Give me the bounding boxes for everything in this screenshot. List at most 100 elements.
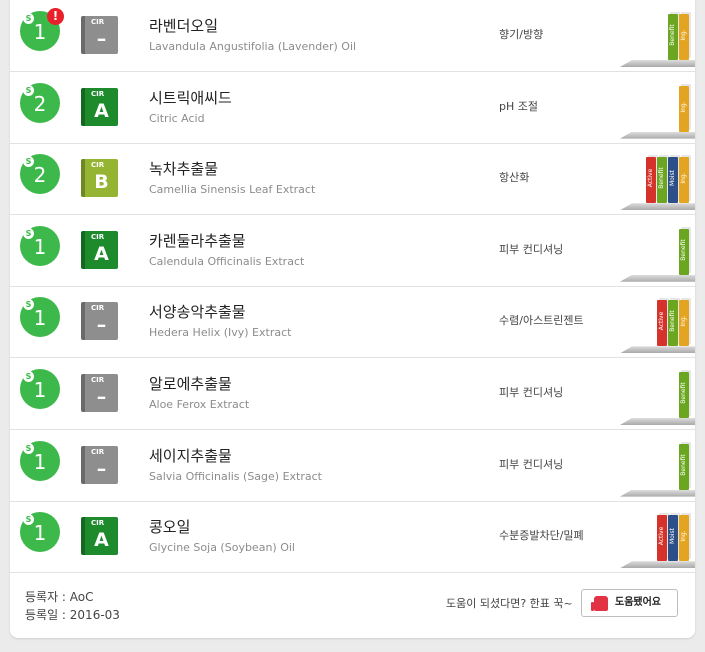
ingredient-name-korean[interactable]: 콩오일 (149, 518, 190, 536)
bookshelf-icon (620, 561, 695, 569)
ingredient-name-korean[interactable]: 알로에추출물 (149, 375, 232, 393)
cir-rating-icon[interactable]: CIR – (81, 445, 118, 484)
category-book-label: Ing. (680, 29, 687, 41)
category-book-icon: Ing. (679, 515, 689, 562)
ewg-grade: 1 (33, 521, 47, 546)
category-book-icon: Active (646, 157, 656, 204)
cir-rating-icon[interactable]: CIR – (81, 302, 118, 341)
cir-grade: – (96, 314, 107, 337)
cir-rating-icon[interactable]: CIR A (81, 230, 118, 269)
ingredient-purpose: 피부 컨디셔닝 (499, 386, 564, 399)
cir-label: CIR (91, 18, 105, 26)
cir-rating-icon[interactable]: CIR B (81, 159, 118, 198)
category-book-icon: Benefit (679, 228, 689, 275)
ingredient-row[interactable]: S 1! CIR – 라벤더오일 Lavandula Angustifolia (Lave… (10, 0, 695, 72)
ingredient-name-korean[interactable]: 라벤더오일 (149, 17, 218, 35)
ewg-grade-badge[interactable]: S2 (20, 82, 60, 123)
cir-rating-icon[interactable]: CIR – (81, 374, 118, 412)
ingredient-row[interactable]: S 1 CIR – 서양송악추출물 Hedera Helix (Ivy) Extract 수… (10, 286, 695, 359)
ingredient-list-card: S 1! CIR – 라벤더오일 Lavandula Angustifolia (Lave… (10, 0, 695, 638)
cir-rating-icon[interactable]: CIR A (81, 517, 118, 556)
ingredient-category-books[interactable]: Active Moist Ing. (656, 513, 689, 562)
category-book-label: Ing. (680, 315, 687, 328)
ewg-grade-badge[interactable]: S2 (20, 154, 60, 195)
ingredient-category-books[interactable]: Active Benefit Ing. (656, 298, 689, 347)
category-book-label: Active (658, 312, 665, 331)
ewg-grade-badge[interactable]: S1 (20, 440, 60, 481)
category-book-icon: Benefit (668, 14, 678, 60)
ingredient-name-english: Calendula Officinalis Extract (149, 254, 305, 268)
ingredient-category-books[interactable]: Benefit (678, 442, 689, 490)
helpful-button-label: 도움됐어요 (615, 597, 661, 608)
ingredient-purpose: 피부 컨디셔닝 (499, 242, 564, 256)
ingredient-name-english: Aloe Ferox Extract (149, 398, 250, 411)
category-book-icon: Moist (668, 157, 678, 204)
cir-label: CIR (91, 232, 105, 241)
category-book-label: Benefit (680, 382, 687, 404)
helpful-button[interactable]: 도움됐어요 (581, 589, 678, 617)
ingredient-purpose: 피부 컨디셔닝 (499, 457, 564, 471)
category-book-label: Benefit (669, 24, 676, 46)
ingredient-name-english: Hedera Helix (Ivy) Extract (149, 326, 292, 340)
cir-grade: – (96, 386, 107, 408)
bookshelf-icon (620, 489, 695, 497)
ingredient-name-english: Glycine Soja (Soybean) Oil (149, 541, 295, 555)
registrant: 등록자 : AoC (25, 590, 94, 604)
ewg-grade-badge[interactable]: S1 (20, 512, 60, 553)
cir-rating-icon[interactable]: CIR A (81, 87, 118, 126)
ewg-grade: 1 (33, 306, 47, 331)
ewg-grade: 2 (33, 163, 47, 188)
category-book-label: Benefit (680, 239, 687, 261)
ingredient-row[interactable]: S 2 CIR B 녹차추출물 Camellia Sinensis Leaf Extrac… (10, 143, 695, 216)
ewg-grade-badge[interactable]: S1 (20, 369, 60, 409)
ingredient-purpose: 항산화 (499, 171, 530, 185)
ingredient-category-books[interactable]: Active Benefit Moist Ing. (645, 155, 689, 204)
ingredient-purpose: 수렴/아스트린젠트 (499, 314, 584, 328)
ingredient-name-korean[interactable]: 카렌둘라추출물 (149, 232, 246, 250)
category-book-label: Active (658, 526, 665, 546)
category-book-label: Benefit (658, 167, 665, 189)
category-book-label: Active (647, 168, 654, 188)
ewg-grade-badge[interactable]: S1 (20, 297, 60, 338)
footer: 등록자 : AoC 등록일 : 2016-03 도움이 되셨다면? 한표 꾹~ … (10, 573, 695, 638)
ingredient-name-korean[interactable]: 시트릭애씨드 (149, 89, 232, 107)
ingredient-row[interactable]: S 2 CIR A 시트릭애씨드 Citric Acid pH 조절 Ing. (10, 72, 695, 144)
ingredient-name-korean[interactable]: 녹차추출물 (149, 160, 218, 178)
ingredient-row[interactable]: S 1 CIR – 알로에추출물 Aloe Ferox Extract 피부 컨디셔닝 Ben… (10, 358, 695, 430)
bookshelf-icon (620, 346, 695, 354)
category-book-label: Moist (669, 170, 676, 187)
category-book-label: Ing. (680, 100, 687, 113)
ingredient-name-english: Lavandula Angustifolia (Lavender) Oil (149, 40, 357, 53)
ewg-grade: 1 (33, 234, 47, 259)
ingredient-row[interactable]: S 1 CIR A 콩오일 Glycine Soja (Soybean) Oil 수분증발차… (10, 501, 695, 574)
category-book-icon: Ing. (679, 85, 689, 132)
cir-grade: A (94, 242, 109, 265)
cir-label: CIR (91, 89, 105, 98)
ingredient-category-books[interactable]: Benefit (678, 370, 689, 418)
ingredient-row[interactable]: S 1 CIR – 세이지추출물 Salvia Officinalis (Sage) Ex… (10, 430, 695, 502)
ewg-grade-badge[interactable]: S1 (20, 225, 60, 266)
cir-rating-icon[interactable]: CIR – (81, 16, 118, 54)
cir-label: CIR (91, 161, 105, 170)
cir-label: CIR (91, 519, 105, 528)
category-book-icon: Benefit (679, 372, 689, 418)
ewg-grade: 1 (33, 449, 47, 474)
category-book-icon: Benefit (679, 443, 689, 490)
bookshelf-icon (620, 274, 695, 282)
category-book-label: Moist (669, 528, 676, 545)
cir-grade: – (96, 28, 107, 50)
ingredient-row[interactable]: S 1 CIR A 카렌둘라추출물 Calendula Officinalis Extra… (10, 215, 695, 287)
cir-label: CIR (91, 447, 105, 456)
category-book-label: Benefit (680, 453, 687, 476)
ingredient-purpose: 수분증발차단/밀폐 (499, 529, 584, 543)
ingredient-name-korean[interactable]: 세이지추출물 (149, 447, 232, 465)
cir-grade: A (94, 99, 109, 122)
category-book-icon: Active (657, 300, 667, 347)
ingredient-name-english: Citric Acid (149, 111, 205, 125)
ingredient-name-korean[interactable]: 서양송악추출물 (149, 303, 246, 321)
ingredient-category-books[interactable]: Benefit Ing. (667, 12, 689, 60)
help-question: 도움이 되셨다면? 한표 꾹~ (446, 597, 573, 610)
ingredient-category-books[interactable]: Benefit (678, 227, 689, 275)
category-book-icon: Active (657, 515, 667, 562)
ingredient-category-books[interactable]: Ing. (678, 84, 689, 132)
